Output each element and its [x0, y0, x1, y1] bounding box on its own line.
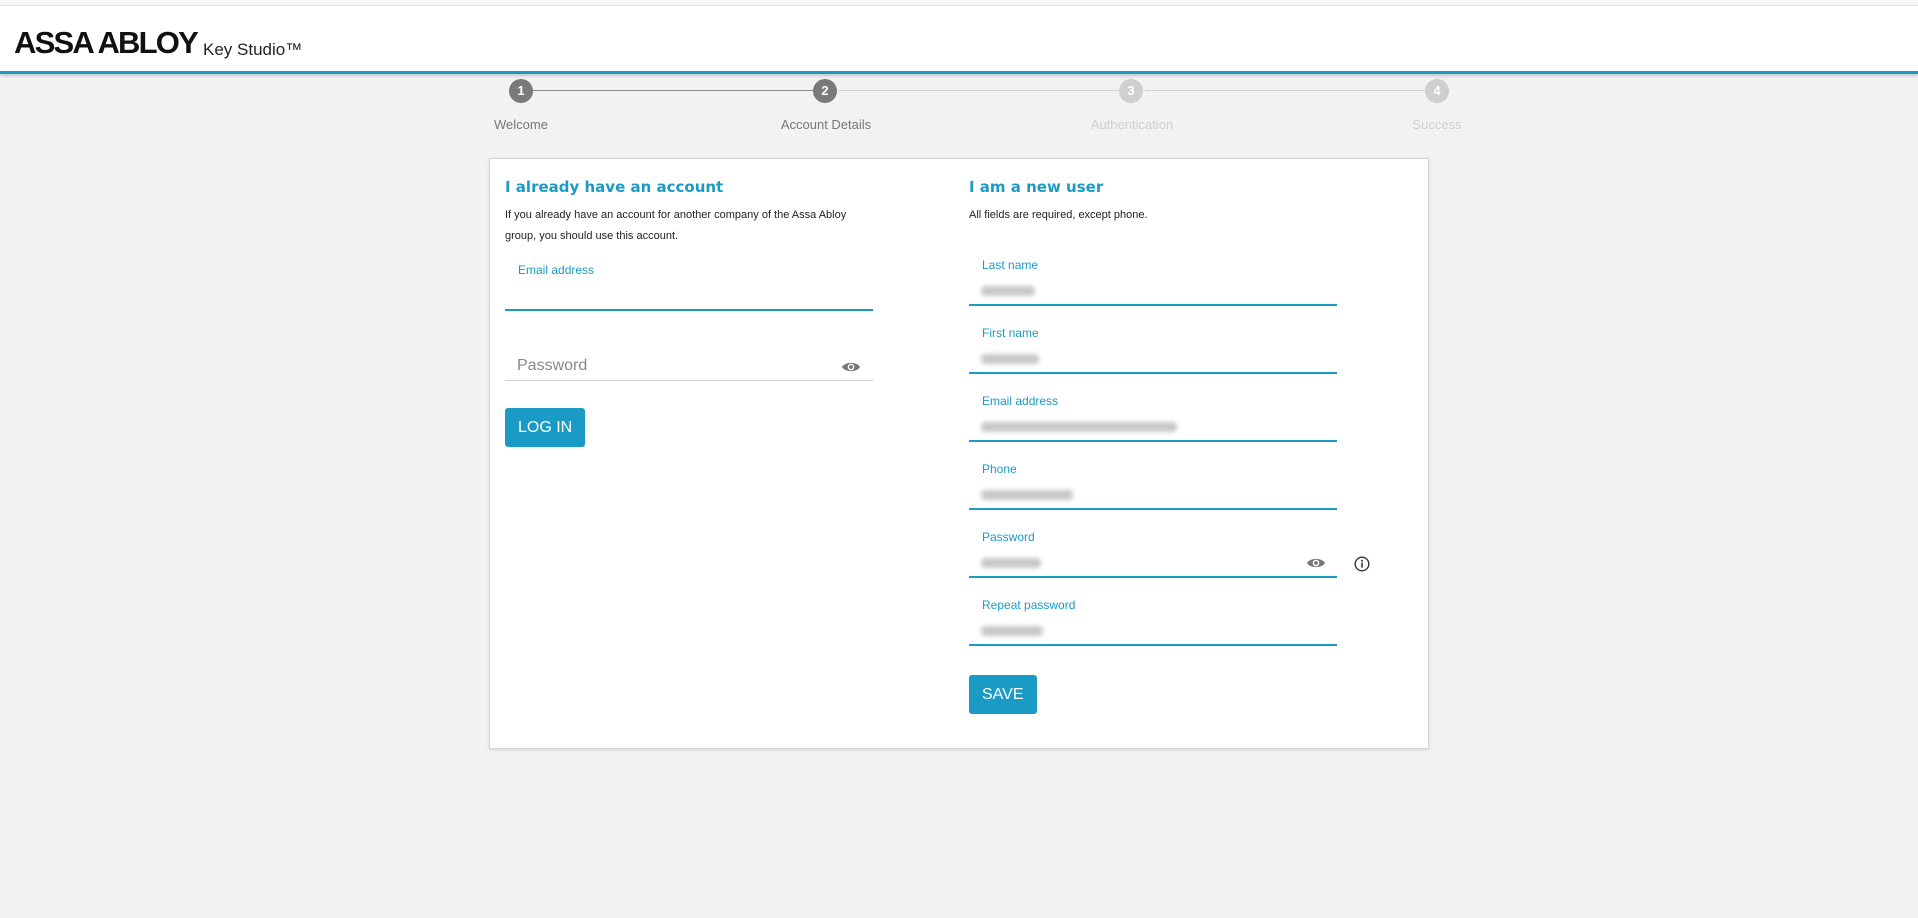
login-email-label: Email address	[518, 263, 595, 277]
login-email-input[interactable]	[505, 281, 873, 311]
login-password-field	[505, 349, 873, 383]
step-2-label: Account Details	[780, 117, 872, 132]
step-3-circle: 3	[1119, 79, 1143, 103]
existing-account-title: I already have an account	[505, 178, 724, 196]
first-name-redacted-value	[981, 354, 1039, 364]
email-field: Email address	[969, 394, 1337, 446]
save-button[interactable]: SAVE	[969, 675, 1037, 714]
new-user-title: I am a new user	[969, 178, 1104, 196]
phone-field: Phone	[969, 462, 1337, 514]
app-header: ASSA ABLOY Key Studio™	[0, 6, 1918, 74]
email-label: Email address	[982, 394, 1059, 408]
step-connector-1	[533, 90, 823, 91]
last-name-label: Last name	[982, 258, 1039, 272]
step-connector-3	[1145, 90, 1435, 91]
step-4-circle: 4	[1425, 79, 1449, 103]
phone-redacted-value	[981, 490, 1073, 500]
eye-icon[interactable]	[841, 360, 861, 374]
login-button[interactable]: LOG IN	[505, 408, 586, 447]
first-name-field: First name	[969, 326, 1337, 378]
first-name-label: First name	[982, 326, 1039, 340]
step-1-label: Welcome	[494, 117, 548, 132]
account-card: I already have an account If you already…	[489, 158, 1429, 749]
existing-account-description: If you already have an account for anoth…	[505, 209, 847, 242]
repeat-password-field: Repeat password	[969, 598, 1337, 650]
step-2-circle: 2	[813, 79, 837, 103]
progress-stepper: 1 2 3 4 Welcome Account Details Authenti…	[0, 74, 1918, 144]
last-name-field: Last name	[969, 258, 1337, 310]
step-4-label: Success	[1412, 117, 1462, 132]
login-email-field: Email address	[505, 263, 873, 315]
step-1-circle: 1	[509, 79, 533, 103]
info-icon[interactable]	[1354, 556, 1370, 572]
step-connector-2	[839, 90, 1129, 91]
product-name: Key Studio™	[203, 40, 303, 59]
phone-label: Phone	[982, 462, 1017, 476]
new-user-description: All fields are required, except phone.	[969, 209, 1148, 221]
password-label: Password	[982, 530, 1035, 544]
repeat-password-redacted-value	[981, 626, 1043, 636]
eye-icon[interactable]	[1306, 556, 1326, 570]
password-field: Password	[969, 530, 1337, 582]
password-redacted-value	[981, 558, 1041, 568]
repeat-password-label: Repeat password	[982, 598, 1076, 612]
step-3-label: Authentication	[1090, 117, 1174, 132]
login-password-input[interactable]	[505, 351, 873, 381]
email-redacted-value	[981, 422, 1177, 432]
brand-logo: ASSA ABLOY	[14, 25, 199, 60]
last-name-redacted-value	[981, 286, 1035, 296]
